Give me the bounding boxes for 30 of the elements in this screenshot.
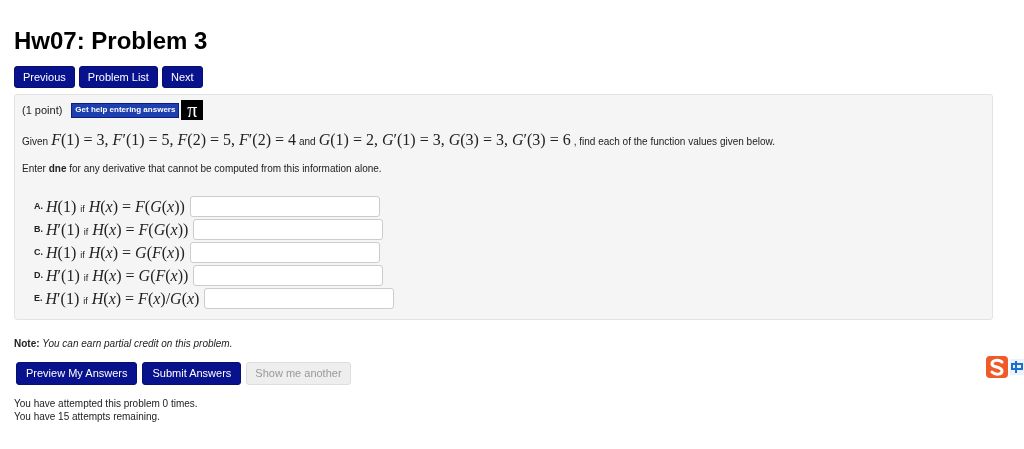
part-label: C. [34, 245, 43, 259]
part-question: H(1) if H(x) = F(G(x)) [46, 196, 185, 218]
help-button[interactable]: Get help entering answers [71, 102, 180, 118]
answer-field[interactable] [189, 196, 380, 217]
part-label: E. [34, 291, 43, 305]
instruction-text: Enter dne for any derivative that cannot be computed from this information alone. [22, 162, 383, 176]
action-button[interactable]: Submit Answers [142, 362, 242, 385]
nav-button[interactable]: Previous [14, 66, 75, 88]
answer-field[interactable] [204, 288, 395, 309]
answer-field[interactable] [189, 242, 380, 263]
answer-field[interactable] [193, 219, 384, 240]
equation-editor-button[interactable]: π [181, 100, 204, 120]
nav-button[interactable]: Next [161, 66, 203, 88]
part-label: B. [34, 222, 43, 236]
part-label: A. [34, 199, 43, 213]
nav-button[interactable]: Problem List [78, 66, 158, 88]
part-question: H(1) if H(x) = G(F(x)) [46, 242, 185, 264]
part-question: H′(1) if H(x) = F(x)/G(x) [45, 288, 200, 310]
note-text: Note: You can earn partial credit on this problem. [14, 337, 234, 351]
answer-field[interactable] [193, 265, 384, 286]
part-question: H′(1) if H(x) = F(G(x)) [46, 219, 189, 241]
attempts-text: You have attempted this problem 0 times. [14, 397, 199, 410]
problem-statement: Given F(1) = 3, F′(1) = 5, F(2) = 5, F′(2) = 4 and G(1) = 2, G′(1) = 3, G(3) = 3, G′(3) = 6 , find each of the function values given below. [22, 130, 776, 151]
points-label: (1 point) [22, 102, 63, 118]
attempts-text: You have 15 attempts remaining. [14, 410, 161, 423]
input-method-icon[interactable] [986, 356, 1024, 378]
part-label: D. [34, 268, 43, 282]
part-question: H′(1) if H(x) = G(F(x)) [46, 265, 189, 287]
action-button[interactable]: Preview My Answers [16, 362, 138, 385]
page-title: Hw07: Problem 3 [14, 26, 209, 56]
